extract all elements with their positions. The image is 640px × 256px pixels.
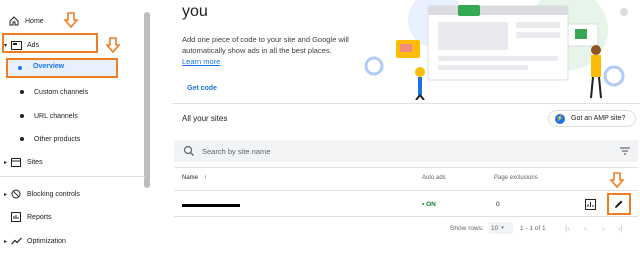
home-icon [8, 15, 20, 27]
amp-site-button[interactable]: ⚡ Got an AMP site? [548, 110, 636, 127]
sidebar-item-label: URL channels [34, 112, 78, 120]
sidebar-item-home[interactable]: Home [8, 10, 44, 32]
table-divider [174, 190, 638, 191]
bullet-icon [20, 114, 24, 118]
annotation-arrow-down-icon [106, 37, 120, 53]
sidebar: Home ▾ Ads Overview Custom channels URL … [0, 0, 150, 256]
redacted-site-name [182, 204, 240, 207]
sites-section-title: All your sites [182, 114, 228, 123]
filter-icon[interactable] [620, 147, 630, 155]
site-search-bar[interactable]: Search by site name [174, 140, 638, 162]
sidebar-scrollbar[interactable] [144, 12, 150, 188]
column-header-label: Name [182, 175, 199, 181]
rows-per-page-value: 10 [491, 224, 499, 232]
sidebar-item-label: Custom channels [34, 88, 89, 96]
hero-title: you [182, 3, 208, 20]
sidebar-item-overview[interactable]: Overview [33, 63, 64, 70]
show-rows-label: Show rows: [450, 225, 484, 232]
search-icon [183, 145, 194, 156]
first-page-icon[interactable]: |‹ [565, 224, 570, 233]
sidebar-item-ads[interactable]: ▾ Ads [4, 34, 39, 56]
sidebar-item-label: Other products [34, 135, 81, 143]
reports-icon [10, 211, 22, 223]
sidebar-item-other-products[interactable]: Other products [0, 129, 80, 149]
sidebar-item-custom-channels[interactable]: Custom channels [0, 82, 88, 102]
sidebar-item-label: Reports [27, 213, 52, 221]
next-page-icon[interactable]: › [602, 224, 605, 233]
caret-right-icon: ▸ [4, 191, 8, 198]
sidebar-divider [0, 176, 145, 177]
rows-per-page-select[interactable]: 10 ▾ [489, 222, 513, 234]
sidebar-item-label: Ads [27, 41, 40, 49]
sidebar-item-sites[interactable]: ▸ Sites [4, 151, 43, 173]
auto-ads-illustration [364, 0, 628, 100]
sidebar-item-label: Blocking controls [27, 190, 80, 198]
amp-site-button-label: Got an AMP site? [571, 115, 626, 122]
sidebar-item-blocking-controls[interactable]: ▸ Blocking controls [4, 183, 80, 205]
page-exclusions-count: 0 [496, 201, 500, 208]
edit-pencil-icon[interactable] [614, 199, 624, 209]
sidebar-item-label: Home [25, 17, 44, 25]
sidebar-item-label: Sites [27, 158, 43, 166]
status-text: ON [426, 201, 436, 208]
last-page-icon[interactable]: ›| [618, 224, 623, 233]
table-divider [174, 216, 638, 217]
annotation-arrow-down-icon [64, 12, 78, 28]
sidebar-item-optimization[interactable]: ▸ Optimization [4, 230, 66, 252]
caret-down-icon: ▾ [4, 42, 8, 49]
sidebar-item-label: Optimization [27, 237, 66, 245]
sidebar-item-url-channels[interactable]: URL channels [0, 106, 78, 126]
get-code-button[interactable]: Get code [187, 85, 217, 92]
caret-right-icon: ▸ [4, 238, 8, 245]
report-icon[interactable] [585, 199, 596, 210]
sites-icon [10, 156, 22, 168]
sort-arrow-up-icon: ↑ [203, 175, 207, 181]
pagination-range: 1 - 1 of 1 [520, 225, 546, 232]
amp-icon: ⚡ [555, 113, 565, 124]
hero-description: Add one piece of code to your site and G… [182, 35, 349, 55]
section-divider [172, 103, 640, 104]
prev-page-icon[interactable]: ‹ [584, 224, 587, 233]
block-icon [10, 188, 22, 200]
ads-icon [10, 39, 22, 51]
column-header-auto-ads: Auto ads [422, 175, 446, 181]
bullet-icon [20, 137, 24, 141]
bullet-icon [20, 90, 24, 94]
caret-right-icon: ▸ [4, 159, 8, 166]
search-input[interactable]: Search by site name [202, 147, 270, 156]
column-header-name[interactable]: Name ↑ [182, 175, 207, 181]
annotation-arrow-down-icon [610, 172, 624, 188]
learn-more-link[interactable]: Learn more [182, 57, 220, 66]
bullet-icon [18, 66, 22, 70]
dropdown-arrow-icon: ▾ [501, 225, 504, 231]
sidebar-item-reports[interactable]: Reports [10, 206, 52, 228]
table-divider [174, 167, 638, 168]
trending-up-icon [10, 235, 22, 247]
auto-ads-status: • ON [422, 201, 436, 208]
status-dot-icon: • [422, 201, 425, 208]
column-header-page-exclusions: Page exclusions [494, 175, 538, 181]
